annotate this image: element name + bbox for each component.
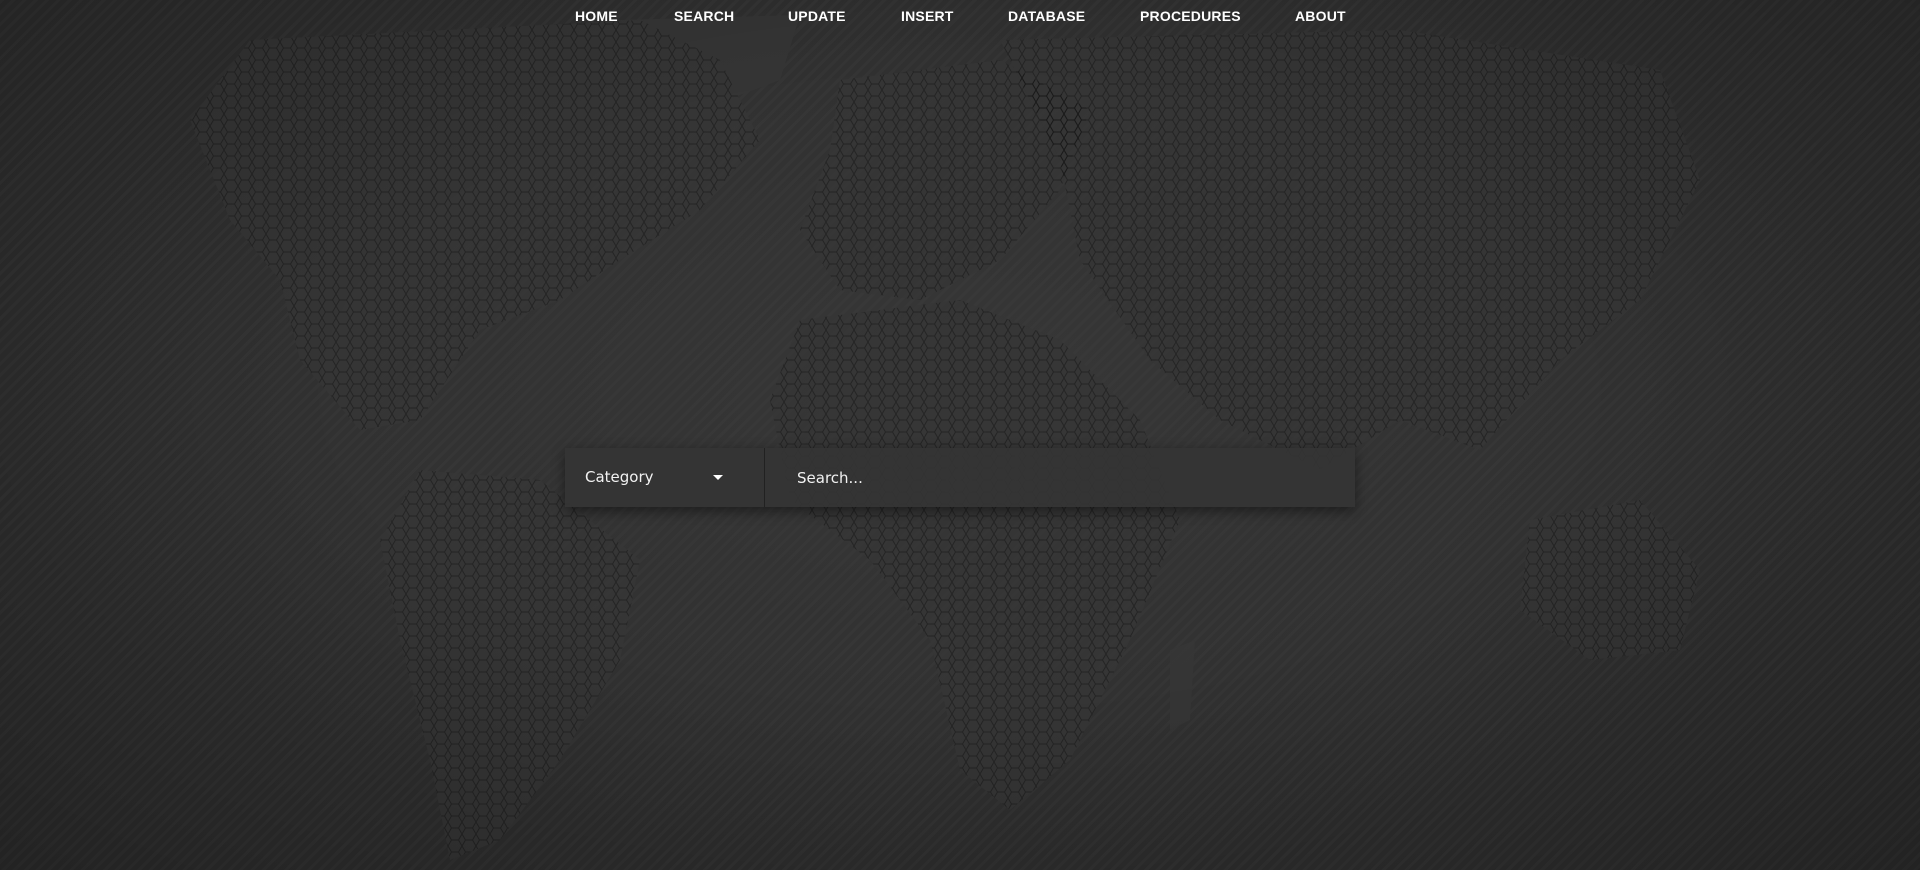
caret-down-icon xyxy=(713,475,723,480)
world-map-background xyxy=(190,15,1700,860)
category-dropdown[interactable]: Category xyxy=(565,448,765,507)
nav-link-procedures[interactable]: PROCEDURES xyxy=(1140,8,1241,24)
page: HOME SEARCH UPDATE INSERT DATABASE PROCE… xyxy=(0,0,1920,870)
category-label: Category xyxy=(585,468,654,486)
island-madagascar xyxy=(1170,640,1195,730)
search-input[interactable] xyxy=(765,448,1355,507)
nav-link-search[interactable]: SEARCH xyxy=(674,8,734,24)
nav-link-update[interactable]: UPDATE xyxy=(788,8,846,24)
nav-link-home[interactable]: HOME xyxy=(575,8,618,24)
nav-link-database[interactable]: DATABASE xyxy=(1008,8,1085,24)
nav-link-about[interactable]: ABOUT xyxy=(1295,8,1346,24)
top-nav: HOME SEARCH UPDATE INSERT DATABASE PROCE… xyxy=(0,0,1920,32)
search-bar: Category xyxy=(565,448,1355,507)
nav-link-insert[interactable]: INSERT xyxy=(901,8,954,24)
